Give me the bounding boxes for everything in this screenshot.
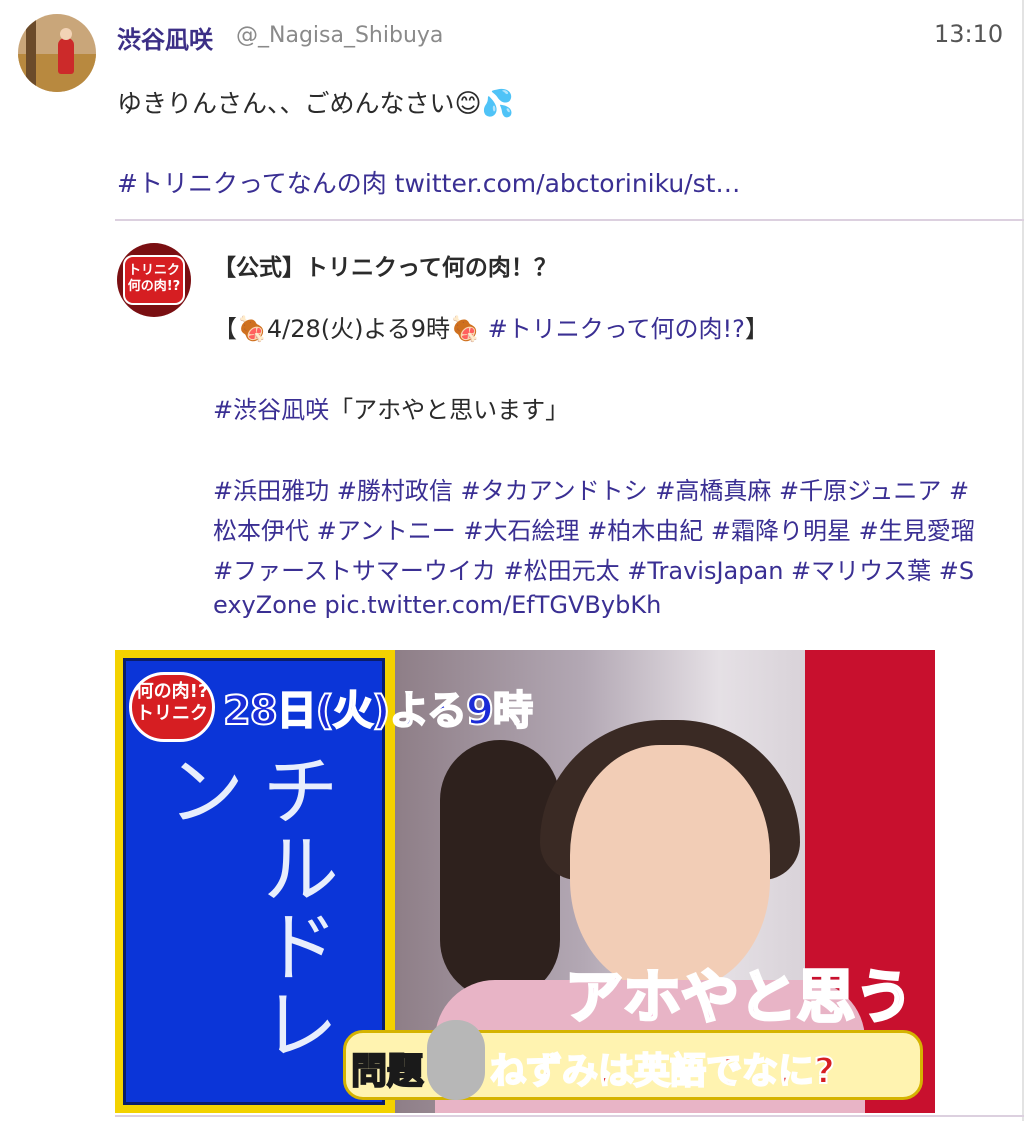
handwritten-answer: チルドレン <box>154 750 338 1062</box>
hashtag-line[interactable]: 松本伊代 #アントニー #大石絵理 #柏木由紀 #霜降り明星 #生見愛瑠 <box>213 511 975 546</box>
date-banner: 28日(火)よる9時 <box>222 687 534 735</box>
tweet-text: ゆきりんさん、、ごめんなさい😊💦 <box>117 84 514 120</box>
caption-label: 問題 <box>350 1050 424 1093</box>
smiling-face-icon: 😊 <box>454 89 482 119</box>
show-logo: 何の肉!? トリニク <box>129 672 215 742</box>
caption-question: ねずみは英語でなに? <box>489 1050 836 1093</box>
caption-main: アホやと思う <box>563 962 914 1033</box>
hashtag-nagisa[interactable]: #渋谷凪咲 <box>213 396 329 424</box>
quote-text: 「アホやと思います」 <box>329 396 570 424</box>
quoted-author-avatar[interactable]: トリニク何の肉!? <box>117 243 191 317</box>
bottom-divider <box>115 1115 1024 1117</box>
avatar-person <box>58 38 74 74</box>
meat-icon: 🍖 <box>450 315 480 343</box>
tweet-hashtag-link[interactable]: #トリニクってなんの肉 twitter.com/abctoriniku/st… <box>117 164 740 200</box>
mouse-icon <box>427 1020 485 1100</box>
tweet-media-image[interactable]: チルドレン 何の肉!? トリニク 28日(火)よる9時 アホやと思う 問題 ねず… <box>115 650 935 1113</box>
air-date: 4/28(火)よる9時 <box>266 315 451 343</box>
sweat-droplets-icon: 💦 <box>481 89 514 119</box>
tweet-text-content: ゆきりんさん、、ごめんなさい <box>117 89 455 118</box>
bracket-open: 【 <box>213 315 237 343</box>
author-handle[interactable]: @_Nagisa_Shibuya <box>236 23 443 48</box>
person-ponytail <box>440 740 560 1000</box>
quoted-author-name[interactable]: 【公式】トリニクって何の肉！？ <box>213 248 557 282</box>
quoted-avatar-logo: トリニク何の肉!? <box>123 255 185 305</box>
avatar-head <box>60 28 72 40</box>
author-name[interactable]: 渋谷凪咲 <box>117 20 213 55</box>
hashtag-show[interactable]: #トリニクって何の肉!? <box>488 315 745 343</box>
bracket-close: 】 <box>744 315 769 343</box>
avatar-tree <box>26 14 36 92</box>
hashtag-line[interactable]: exyZone pic.twitter.com/EfTGVBybKh <box>213 591 661 619</box>
hashtag-line[interactable]: #ファーストサマーウイカ #松田元太 #TravisJapan #マリウス葉 #… <box>213 551 974 586</box>
quoted-line-1: 【🍖4/28(火)よる9時🍖 #トリニクって何の肉!?】 <box>213 309 769 344</box>
author-avatar[interactable] <box>18 14 96 92</box>
hashtag-line[interactable]: #浜田雅功 #勝村政信 #タカアンドトシ #高橋真麻 #千原ジュニア # <box>213 471 969 506</box>
meat-icon: 🍖 <box>237 315 267 343</box>
quote-divider <box>115 219 1024 221</box>
quoted-line-2: #渋谷凪咲「アホやと思います」 <box>213 390 569 425</box>
tweet-timestamp[interactable]: 13:10 <box>934 20 1003 48</box>
